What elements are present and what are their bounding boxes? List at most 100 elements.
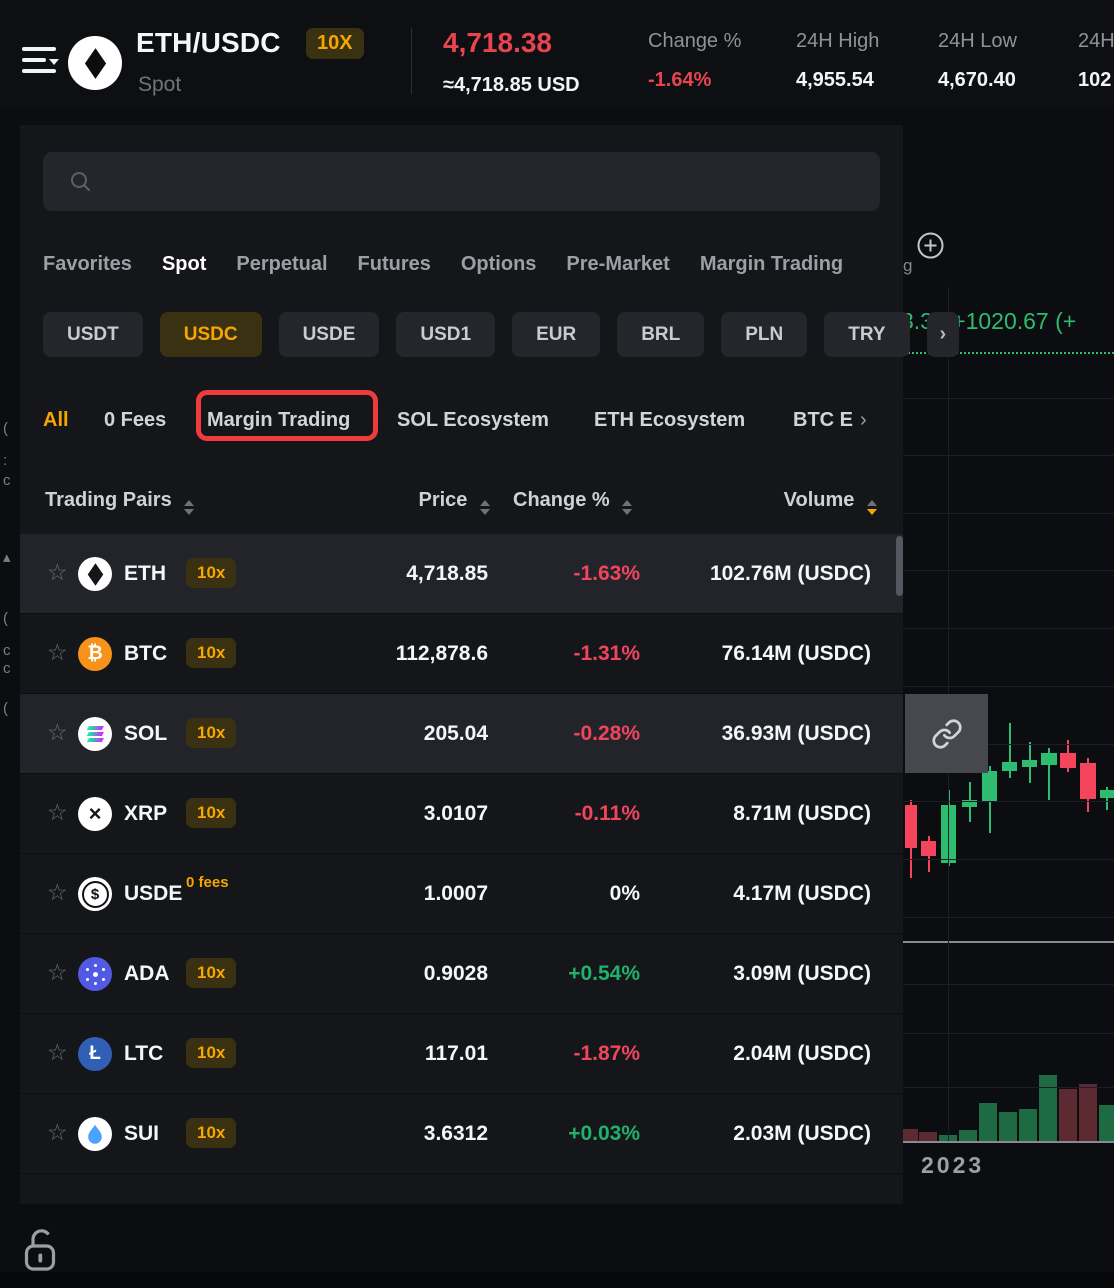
favorite-star-icon[interactable]: ☆ [47, 1121, 68, 1144]
pair-price: 0.9028 [424, 962, 488, 986]
sui-droplet [87, 1124, 103, 1145]
volume-bar [903, 1129, 918, 1141]
favorite-star-icon[interactable]: ☆ [47, 801, 68, 824]
leverage-badge: 10x [186, 1038, 236, 1068]
tab-options[interactable]: Options [461, 253, 537, 276]
panel-scrollbar-thumb[interactable] [896, 536, 903, 596]
volume-bar [1039, 1075, 1057, 1141]
pair-change: +0.54% [568, 962, 640, 986]
search-bar[interactable] [43, 152, 880, 211]
gridline [903, 801, 1114, 802]
stat-value: 4,955.54 [796, 69, 879, 92]
favorite-star-icon[interactable]: ☆ [47, 881, 68, 904]
candle-wick [910, 800, 912, 878]
col-volume[interactable]: Volume [784, 480, 877, 520]
stat-value: 102 [1078, 69, 1114, 92]
link-icon [931, 718, 963, 750]
unlock-icon[interactable] [23, 1224, 59, 1277]
stat-value: -1.64% [648, 69, 741, 92]
sol-coin-icon [78, 717, 112, 751]
gridline [903, 628, 1114, 629]
chips-more-chevron-icon[interactable]: › [927, 312, 960, 357]
table-row-eth[interactable]: ☆ ETH 10x 4,718.85 -1.63% 102.76M (USDC) [20, 534, 903, 614]
filter-0-fees[interactable]: 0 Fees [104, 400, 166, 440]
candle-wick [1106, 787, 1108, 810]
pair-change: +0.03% [568, 1122, 640, 1146]
search-input[interactable] [106, 170, 880, 193]
col-label: Price [419, 489, 468, 511]
col-change[interactable]: Change % [513, 480, 632, 520]
link-chart-button[interactable] [905, 694, 988, 773]
chip-try[interactable]: TRY [824, 312, 909, 357]
pair-symbol: ETH [124, 562, 166, 586]
tab-spot[interactable]: Spot [162, 253, 206, 276]
table-row-btc[interactable]: ☆ ₿ BTC 10x 112,878.6 -1.31% 76.14M (USD… [20, 614, 903, 694]
leverage-badge: 10x [186, 958, 236, 988]
chip-usd1[interactable]: USD1 [396, 312, 495, 357]
table-row-sui[interactable]: ☆ SUI 10x 3.6312 +0.03% 2.03M (USDC) [20, 1094, 903, 1174]
gridline [903, 1033, 1114, 1034]
chart-year-label: 2023 [921, 1152, 984, 1179]
category-filter-row: All 0 Fees Margin Trading SOL Ecosystem … [20, 400, 881, 440]
favorite-star-icon[interactable]: ☆ [47, 961, 68, 984]
leverage-badge: 10X [306, 28, 364, 59]
col-price[interactable]: Price [419, 480, 491, 520]
tab-favorites[interactable]: Favorites [43, 253, 132, 276]
menu-icon[interactable] [22, 47, 58, 79]
chip-eur[interactable]: EUR [512, 312, 600, 357]
pair-price: 3.6312 [424, 1122, 488, 1146]
favorite-star-icon[interactable]: ☆ [47, 641, 68, 664]
favorite-star-icon[interactable]: ☆ [47, 1041, 68, 1064]
chip-pln[interactable]: PLN [721, 312, 807, 357]
filter-eth-ecosystem[interactable]: ETH Ecosystem [594, 400, 745, 440]
pair-symbol: USDE [124, 882, 182, 906]
pair-volume: 2.03M (USDC) [733, 1122, 871, 1146]
pair-volume: 36.93M (USDC) [722, 722, 871, 746]
leverage-badge: 10x [186, 638, 236, 668]
pair-selector-panel: Favorites Spot Perpetual Futures Options… [20, 125, 903, 1204]
table-row-sol[interactable]: ☆ SOL 10x 205.04 -0.28% 36.93M (USDC) [20, 694, 903, 774]
chip-brl[interactable]: BRL [617, 312, 704, 357]
candle-wick [1009, 723, 1011, 778]
trading-screen: 3.38 +1020.67 (+ 2023 g ( : c ▴ ( c c ( … [0, 0, 1114, 1288]
gridline [903, 1087, 1114, 1088]
filter-sol-ecosystem[interactable]: SOL Ecosystem [397, 400, 549, 440]
table-row-ltc[interactable]: ☆ Ł LTC 10x 117.01 -1.87% 2.04M (USDC) [20, 1014, 903, 1094]
tab-pre-market[interactable]: Pre-Market [566, 253, 669, 276]
clipped-text-fragment: c [3, 642, 18, 659]
filter-btc-ecosystem[interactable]: BTC E [793, 400, 853, 440]
stat-24h-high: 24H High 4,955.54 [796, 30, 879, 92]
table-header: Trading Pairs Price Change % Volume [20, 480, 903, 520]
sort-icons-volume-desc [867, 500, 877, 515]
tab-perpetual[interactable]: Perpetual [236, 253, 327, 276]
ltc-coin-icon: Ł [78, 1037, 112, 1071]
pair-volume: 3.09M (USDC) [733, 962, 871, 986]
table-row-xrp[interactable]: ☆ × XRP 10x 3.0107 -0.11% 8.71M (USDC) [20, 774, 903, 854]
stat-value: 4,670.40 [938, 69, 1017, 92]
table-row-usde[interactable]: ☆ $ USDE 0 fees 1.0007 0% 4.17M (USDC) [20, 854, 903, 934]
tab-futures[interactable]: Futures [358, 253, 431, 276]
pair-title[interactable]: ETH/USDC [136, 27, 281, 59]
table-row-ada[interactable]: ☆ ADA 10x 0.9028 +0.54% 3.09M (USDC) [20, 934, 903, 1014]
clipped-text-fragment: ( [3, 610, 18, 627]
add-indicator-icon[interactable] [917, 232, 944, 264]
last-price: 4,718.38 [443, 27, 552, 59]
volume-bar [1099, 1105, 1114, 1141]
chip-usdt[interactable]: USDT [43, 312, 143, 357]
volume-bar [979, 1103, 997, 1141]
chip-usdc[interactable]: USDC [160, 312, 262, 357]
favorite-star-icon[interactable]: ☆ [47, 721, 68, 744]
volume-bar [959, 1130, 977, 1141]
col-trading-pairs[interactable]: Trading Pairs [45, 480, 194, 520]
gridline [903, 455, 1114, 456]
volume-bar [919, 1132, 937, 1141]
pair-symbol: BTC [124, 642, 167, 666]
tab-margin-trading[interactable]: Margin Trading [700, 253, 843, 276]
categories-more-chevron-icon[interactable]: › [860, 400, 867, 440]
filter-margin-trading[interactable]: Margin Trading [207, 400, 350, 440]
sort-icons [184, 500, 194, 515]
pair-volume: 4.17M (USDC) [733, 882, 871, 906]
chip-usde[interactable]: USDE [279, 312, 380, 357]
filter-all[interactable]: All [43, 400, 69, 440]
favorite-star-icon[interactable]: ☆ [47, 561, 68, 584]
